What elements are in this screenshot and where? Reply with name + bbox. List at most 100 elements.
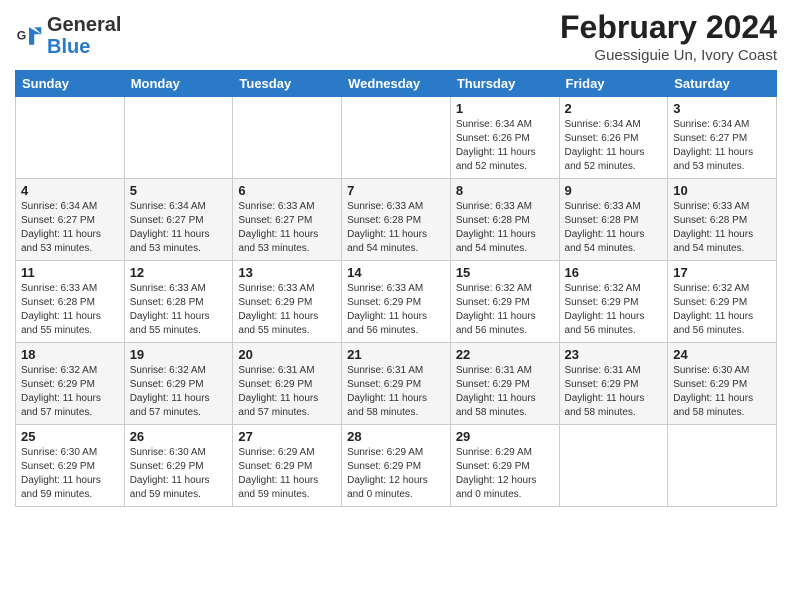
- cell-date: 20: [238, 347, 336, 362]
- cell-date: 26: [130, 429, 228, 444]
- cell-info: Sunrise: 6:31 AM Sunset: 6:29 PM Dayligh…: [238, 364, 336, 420]
- table-cell: [16, 97, 125, 179]
- table-cell: 13Sunrise: 6:33 AM Sunset: 6:29 PM Dayli…: [233, 261, 342, 343]
- table-cell: 25 Sunrise: 6:30 AM Sunset: 6:29 PM Dayli…: [16, 425, 125, 507]
- col-tuesday: Tuesday: [233, 71, 342, 97]
- cell-info: Sunrise: 6:33 AM Sunset: 6:28 PM Dayligh…: [565, 200, 663, 256]
- cell-info: Sunrise: 6:34 AM Sunset: 6:27 PM Dayligh…: [21, 200, 119, 256]
- cell-info: Sunrise: 6:33 AM Sunset: 6:28 PM Dayligh…: [347, 200, 445, 256]
- cell-info: Sunrise: 6:33 AM Sunset: 6:27 PM Dayligh…: [238, 200, 336, 256]
- calendar-table: Sunday Monday Tuesday Wednesday Thursday…: [15, 70, 777, 507]
- cell-info: Sunrise: 6:33 AM Sunset: 6:28 PM Dayligh…: [21, 282, 119, 338]
- cell-date: 25: [21, 429, 119, 444]
- col-sunday: Sunday: [16, 71, 125, 97]
- table-cell: 7 Sunrise: 6:33 AM Sunset: 6:28 PM Daylig…: [342, 179, 451, 261]
- cell-date: 24: [673, 347, 771, 362]
- cell-date: 22: [456, 347, 554, 362]
- cell-info: Sunrise: 6:34 AM Sunset: 6:27 PM Dayligh…: [130, 200, 228, 256]
- cell-info: Sunrise: 6:33 AM Sunset: 6:29 PM Dayligh…: [347, 282, 445, 338]
- cell-date: 12: [130, 265, 228, 280]
- cell-date: 14: [347, 265, 445, 280]
- cell-date: 17: [673, 265, 771, 280]
- cell-info: Sunrise: 6:31 AM Sunset: 6:29 PM Dayligh…: [565, 364, 663, 420]
- cell-info: Sunrise: 6:31 AM Sunset: 6:29 PM Dayligh…: [347, 364, 445, 420]
- calendar-week-row: 18 Sunrise: 6:32 AM Sunset: 6:29 PM Dayli…: [16, 343, 777, 425]
- cell-date: 1: [456, 101, 554, 116]
- table-cell: 5 Sunrise: 6:34 AM Sunset: 6:27 PM Daylig…: [124, 179, 233, 261]
- cell-date: 28: [347, 429, 445, 444]
- col-saturday: Saturday: [668, 71, 777, 97]
- table-cell: 16Sunrise: 6:32 AM Sunset: 6:29 PM Dayli…: [559, 261, 668, 343]
- cell-info: Sunrise: 6:29 AM Sunset: 6:29 PM Dayligh…: [456, 446, 554, 502]
- title-block: February 2024 Guessiguie Un, Ivory Coast: [560, 10, 777, 64]
- cell-info: Sunrise: 6:30 AM Sunset: 6:29 PM Dayligh…: [21, 446, 119, 502]
- cell-date: 3: [673, 101, 771, 116]
- cell-date: 7: [347, 183, 445, 198]
- cell-date: 21: [347, 347, 445, 362]
- cell-info: Sunrise: 6:30 AM Sunset: 6:29 PM Dayligh…: [130, 446, 228, 502]
- logo-general-text: General: [47, 14, 121, 36]
- table-cell: [559, 425, 668, 507]
- cell-date: 10: [673, 183, 771, 198]
- table-cell: 28 Sunrise: 6:29 AM Sunset: 6:29 PM Dayli…: [342, 425, 451, 507]
- cell-date: 23: [565, 347, 663, 362]
- cell-date: 4: [21, 183, 119, 198]
- cell-date: 15: [456, 265, 554, 280]
- table-cell: [233, 97, 342, 179]
- table-cell: 3 Sunrise: 6:34 AM Sunset: 6:27 PM Daylig…: [668, 97, 777, 179]
- cell-date: 18: [21, 347, 119, 362]
- table-cell: [124, 97, 233, 179]
- col-thursday: Thursday: [450, 71, 559, 97]
- col-wednesday: Wednesday: [342, 71, 451, 97]
- cell-info: Sunrise: 6:32 AM Sunset: 6:29 PM Dayligh…: [456, 282, 554, 338]
- cell-date: 29: [456, 429, 554, 444]
- logo: G General Blue: [15, 10, 121, 58]
- table-cell: 21 Sunrise: 6:31 AM Sunset: 6:29 PM Dayli…: [342, 343, 451, 425]
- table-cell: 9 Sunrise: 6:33 AM Sunset: 6:28 PM Daylig…: [559, 179, 668, 261]
- table-cell: 17 Sunrise: 6:32 AM Sunset: 6:29 PM Dayli…: [668, 261, 777, 343]
- cell-info: Sunrise: 6:32 AM Sunset: 6:29 PM Dayligh…: [673, 282, 771, 338]
- cell-date: 13: [238, 265, 336, 280]
- cell-date: 9: [565, 183, 663, 198]
- table-cell: 1 Sunrise: 6:34 AM Sunset: 6:26 PM Daylig…: [450, 97, 559, 179]
- cell-info: Sunrise: 6:33 AM Sunset: 6:28 PM Dayligh…: [673, 200, 771, 256]
- page: G General Blue February 2024 Guessiguie …: [0, 0, 792, 612]
- header: G General Blue February 2024 Guessiguie …: [15, 10, 777, 64]
- cell-info: Sunrise: 6:33 AM Sunset: 6:28 PM Dayligh…: [130, 282, 228, 338]
- table-cell: 15 Sunrise: 6:32 AM Sunset: 6:29 PM Dayli…: [450, 261, 559, 343]
- cell-date: 6: [238, 183, 336, 198]
- table-cell: [342, 97, 451, 179]
- cell-info: Sunrise: 6:32 AM Sunset: 6:29 PM Dayligh…: [21, 364, 119, 420]
- cell-info: Sunrise: 6:31 AM Sunset: 6:29 PM Dayligh…: [456, 364, 554, 420]
- table-cell: 4 Sunrise: 6:34 AM Sunset: 6:27 PM Daylig…: [16, 179, 125, 261]
- cell-info: Sunrise: 6:29 AM Sunset: 6:29 PM Dayligh…: [238, 446, 336, 502]
- table-cell: 20 Sunrise: 6:31 AM Sunset: 6:29 PM Dayli…: [233, 343, 342, 425]
- table-cell: 24 Sunrise: 6:30 AM Sunset: 6:29 PM Dayli…: [668, 343, 777, 425]
- table-cell: 27Sunrise: 6:29 AM Sunset: 6:29 PM Dayli…: [233, 425, 342, 507]
- calendar-week-row: 4 Sunrise: 6:34 AM Sunset: 6:27 PM Daylig…: [16, 179, 777, 261]
- cell-info: Sunrise: 6:30 AM Sunset: 6:29 PM Dayligh…: [673, 364, 771, 420]
- cell-info: Sunrise: 6:34 AM Sunset: 6:27 PM Dayligh…: [673, 118, 771, 174]
- table-cell: 29 Sunrise: 6:29 AM Sunset: 6:29 PM Dayli…: [450, 425, 559, 507]
- cell-info: Sunrise: 6:34 AM Sunset: 6:26 PM Dayligh…: [456, 118, 554, 174]
- logo-icon: G: [15, 22, 43, 50]
- logo-blue-text: Blue: [47, 36, 90, 58]
- cell-date: 2: [565, 101, 663, 116]
- cell-date: 5: [130, 183, 228, 198]
- table-cell: 26 Sunrise: 6:30 AM Sunset: 6:29 PM Dayli…: [124, 425, 233, 507]
- table-cell: 8Sunrise: 6:33 AM Sunset: 6:28 PM Daylig…: [450, 179, 559, 261]
- cell-date: 11: [21, 265, 119, 280]
- table-cell: 12 Sunrise: 6:33 AM Sunset: 6:28 PM Dayli…: [124, 261, 233, 343]
- table-cell: [668, 425, 777, 507]
- table-cell: 19Sunrise: 6:32 AM Sunset: 6:29 PM Dayli…: [124, 343, 233, 425]
- table-cell: 14 Sunrise: 6:33 AM Sunset: 6:29 PM Dayli…: [342, 261, 451, 343]
- month-year: February 2024: [560, 10, 777, 45]
- cell-date: 16: [565, 265, 663, 280]
- cell-info: Sunrise: 6:34 AM Sunset: 6:26 PM Dayligh…: [565, 118, 663, 174]
- table-cell: 18 Sunrise: 6:32 AM Sunset: 6:29 PM Dayli…: [16, 343, 125, 425]
- cell-info: Sunrise: 6:32 AM Sunset: 6:29 PM Dayligh…: [130, 364, 228, 420]
- location: Guessiguie Un, Ivory Coast: [560, 47, 777, 64]
- col-friday: Friday: [559, 71, 668, 97]
- cell-info: Sunrise: 6:29 AM Sunset: 6:29 PM Dayligh…: [347, 446, 445, 502]
- cell-date: 8: [456, 183, 554, 198]
